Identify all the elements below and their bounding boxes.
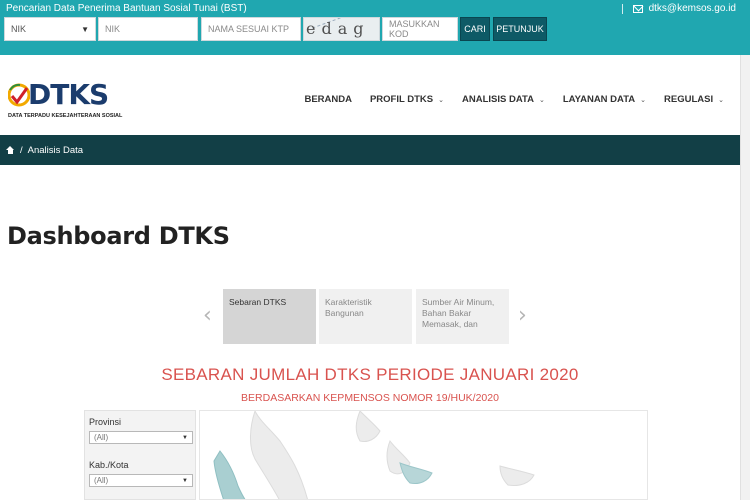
dtks-logo[interactable]: DTKS DATA TERPADU KESEJAHTERAAN SOSIAL (8, 78, 122, 124)
captcha-code-input[interactable]: MASUKKAN KOD (382, 17, 458, 41)
chevron-down-icon: ⌄ (718, 96, 724, 104)
filter-label-kabkota: Kab./Kota (89, 460, 129, 470)
chevron-down-icon: ▼ (182, 434, 188, 441)
carousel-next-icon[interactable]: › (518, 303, 527, 328)
logo-wordmark: DTKS (28, 78, 109, 111)
search-caption: Pencarian Data Penerima Bantuan Sosial T… (6, 3, 247, 14)
email-text[interactable]: dtks@kemsos.go.id (649, 3, 736, 14)
nav-item-beranda[interactable]: BERANDA (304, 94, 352, 105)
nav-item-profil-dtks[interactable]: PROFIL DTKS ⌄ (370, 94, 444, 105)
chevron-down-icon: ⌄ (538, 96, 545, 104)
tab-label: Sumber Air Minum, Bahan Bakar Memasak, d… (422, 297, 495, 329)
nav-label: BERANDA (304, 94, 352, 105)
dashboard-title: SEBARAN JUMLAH DTKS PERIODE JANUARI 2020 (161, 365, 579, 384)
provinsi-value: (All) (94, 433, 109, 442)
contact-email[interactable]: dtks@kemsos.go.id (621, 3, 736, 14)
filter-label-provinsi: Provinsi (89, 417, 122, 427)
nama-placeholder: NAMA SESUAI KTP (208, 24, 290, 34)
breadcrumb: / Analisis Data (0, 135, 740, 165)
nama-input[interactable]: NAMA SESUAI KTP (201, 17, 301, 41)
logo-tagline: DATA TERPADU KESEJAHTERAAN SOSIAL (8, 113, 123, 119)
carousel-prev-icon[interactable]: ‹ (203, 303, 212, 328)
chevron-down-icon: ▼ (81, 24, 89, 34)
breadcrumb-current: Analisis Data (27, 144, 84, 156)
captcha-image: edag (303, 17, 380, 41)
nav-label: PROFIL DTKS (369, 94, 434, 105)
envelope-icon (632, 4, 643, 13)
dashboard-subtitle: BERDASARKAN KEPMENSOS NOMOR 19/HUK/2020 (241, 392, 499, 404)
tab-sumber-air-minum[interactable]: Sumber Air Minum, Bahan Bakar Memasak, d… (416, 289, 509, 344)
provinsi-select[interactable]: (All) ▼ (89, 431, 193, 444)
tab-sebaran-dtks[interactable]: Sebaran DTKS (223, 289, 316, 344)
petunjuk-button[interactable]: PETUNJUK (493, 17, 547, 41)
dtks-map[interactable] (199, 410, 648, 500)
nav-label: ANALISIS DATA (462, 94, 534, 105)
chevron-down-icon: ⌄ (640, 96, 647, 104)
home-icon[interactable] (6, 145, 15, 155)
nav-label: REGULASI (664, 94, 714, 105)
kabkota-value: (All) (94, 476, 109, 485)
divider (621, 3, 623, 14)
page-title: Dashboard DTKS (7, 222, 230, 250)
chevron-down-icon: ▼ (182, 477, 188, 484)
nav-item-layanan-data[interactable]: LAYANAN DATA ⌄ (563, 94, 646, 105)
chevron-down-icon: ⌄ (438, 96, 445, 104)
search-type-select[interactable]: NIK ▼ (4, 17, 96, 41)
nav-item-regulasi[interactable]: REGULASI ⌄ (664, 94, 724, 105)
dtks-emblem-icon (8, 83, 30, 107)
tab-label: Sebaran DTKS (229, 297, 287, 307)
tab-label: Karakteristik Bangunan (325, 297, 372, 318)
indonesia-map-shapes (213, 411, 535, 499)
filter-panel: Provinsi (All) ▼ Kab./Kota (All) ▼ (84, 410, 196, 500)
cari-button[interactable]: CARI (460, 17, 490, 41)
nav-label: LAYANAN DATA (562, 94, 636, 105)
page-scrollbar[interactable] (740, 55, 750, 500)
nav-item-analisis-data[interactable]: ANALISIS DATA ⌄ (462, 94, 545, 105)
kabkota-select[interactable]: (All) ▼ (89, 474, 193, 487)
nik-placeholder: NIK (105, 24, 121, 34)
captcha-code-placeholder: MASUKKAN KOD (389, 19, 440, 39)
main-nav: BERANDA PROFIL DTKS ⌄ ANALISIS DATA ⌄ LA… (286, 94, 724, 105)
search-type-value: NIK (11, 24, 27, 34)
nik-input[interactable]: NIK (98, 17, 198, 41)
top-search-bar: Pencarian Data Penerima Bantuan Sosial T… (0, 0, 750, 55)
tab-karakteristik-bangunan[interactable]: Karakteristik Bangunan (319, 289, 412, 344)
breadcrumb-separator: / (20, 144, 23, 156)
captcha-text: edag (306, 19, 370, 38)
